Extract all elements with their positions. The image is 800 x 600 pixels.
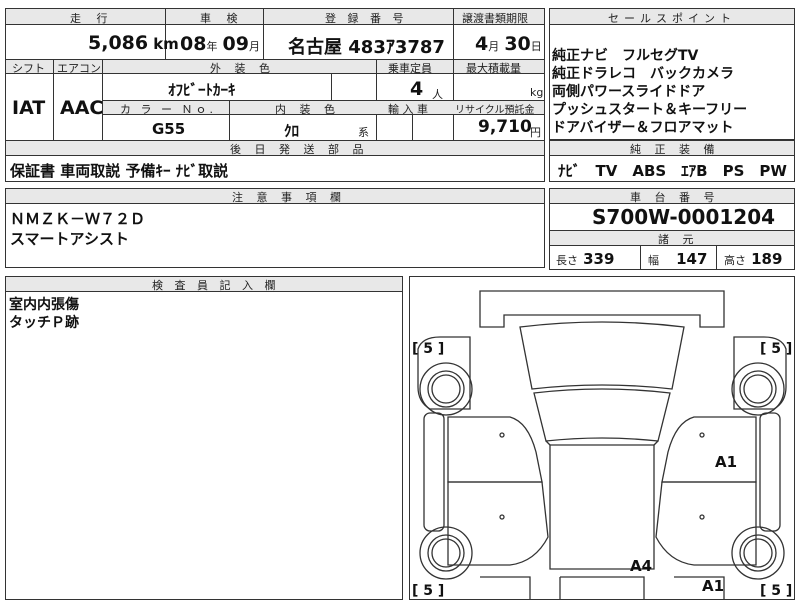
equipment-label: 純 正 装 備 (630, 143, 720, 156)
exterior-color-label: 外 装 色 (210, 62, 275, 75)
exterior-color-value: ｵﾌﾋﾞｰﾄｶｰｷ (168, 81, 236, 99)
damage-mark-right-door: A1 (715, 453, 738, 471)
inspection-value: 08年 09月 (180, 33, 260, 55)
import-label: 輸 入 車 (388, 103, 428, 116)
recycle-label: リサイクル預託金 (455, 105, 535, 116)
interior-color-value: ｸﾛ (284, 122, 300, 140)
aircon-label: エアコン (57, 62, 101, 75)
equipment-value: ﾅﾋﾞ TV ABS ｴｱB PS PW (558, 162, 787, 180)
specs-width: 幅 147 (648, 250, 708, 268)
score-rear-left: [ 5 ] (412, 583, 445, 599)
capacity-label: 乗車定員 (388, 62, 432, 75)
specs-height: 高さ 189 (724, 250, 783, 268)
notes-line-1: ＮＭＺＫ－Ｗ７２Ｄ (10, 210, 146, 228)
capacity-value: 4 (410, 78, 424, 100)
shift-value: IAT (12, 97, 46, 119)
notes-label: 注 意 事 項 欄 (232, 191, 346, 204)
mileage-value: 5,086 km (88, 32, 179, 54)
damage-mark-rear-right: A1 (702, 577, 725, 595)
inspector-label: 検 査 員 記 入 欄 (152, 279, 280, 292)
sales-point-1: 純正ナビ フルセグTV (552, 48, 699, 64)
later-parts-label: 後 日 発 送 部 品 (230, 143, 369, 156)
sales-point-2: 純正ドラレコ バックカメラ (552, 66, 734, 82)
max-load-unit: kg (530, 86, 544, 99)
sales-point-3: 両側パワースライドドア (552, 84, 706, 100)
inspector-line-2: タッチＰ跡 (9, 315, 79, 331)
recycle-value: 9,710 (478, 117, 532, 137)
max-load-label: 最大積載量 (466, 62, 521, 75)
color-no-value: G55 (152, 120, 186, 138)
specs-length: 長さ 339 (556, 250, 615, 268)
chassis-value: S700W-0001204 (592, 205, 776, 229)
interior-color-suffix: 系 (358, 126, 369, 139)
color-no-label: カ ラ ー Ｎｏ. (120, 103, 216, 116)
recycle-unit: 円 (530, 126, 541, 139)
score-front-left: [ 5 ] (412, 341, 445, 357)
transfer-label: 譲渡書類期限 (462, 12, 528, 25)
score-rear-right: [ 5 ] (760, 583, 793, 599)
registration-label: 登 録 番 号 (325, 12, 408, 25)
sales-points-label: セールスポイント (608, 12, 736, 25)
notes-line-2: スマートアシスト (10, 230, 129, 248)
damage-mark-rear-center: A4 (630, 557, 653, 575)
score-front-right: [ 5 ] (760, 341, 793, 357)
inspector-line-1: 室内内張傷 (9, 297, 79, 313)
shift-label: シフト (12, 62, 45, 75)
chassis-label: 車 台 番 号 (630, 191, 720, 204)
car-diagram-box: [ 5 ] [ 5 ] [ 5 ] [ 5 ] A1 A4 A1 (409, 276, 795, 600)
sales-point-4: プッシュスタート＆キーフリー (552, 102, 748, 118)
specs-label: 諸 元 (658, 233, 699, 246)
sales-point-5: ドアバイザー＆フロアマット (552, 120, 734, 136)
interior-color-label: 内 装 色 (275, 103, 340, 116)
registration-value: 名古屋 483ｱ3787 (288, 37, 445, 58)
inspection-label: 車 検 (200, 12, 244, 25)
capacity-unit: 人 (432, 88, 443, 101)
later-parts-value: 保証書 車両取説 予備ｷｰ ﾅﾋﾞ取説 (10, 162, 229, 180)
car-diagram (417, 290, 787, 599)
mileage-label: 走 行 (70, 12, 114, 25)
aircon-value: AAC (60, 97, 104, 119)
transfer-value: 4月 30日 (475, 33, 542, 55)
